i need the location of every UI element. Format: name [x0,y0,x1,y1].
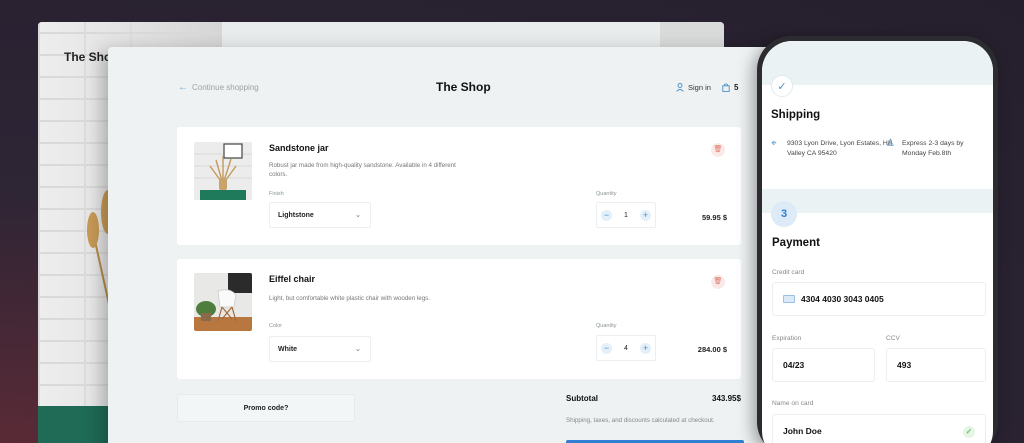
step-divider [762,189,993,213]
cart-count: 5 [734,83,739,92]
sign-in-link[interactable]: Sign in [676,83,711,92]
cart-item: Eiffel chair Light, but comfortable whit… [177,259,741,379]
check-circle-icon: ✓ [963,426,975,438]
decrement-button[interactable]: − [601,209,612,221]
quantity-stepper: − 4 + [596,335,656,361]
item-price: 59.95 $ [701,213,727,222]
finish-value: Lightstone [278,211,314,219]
continue-shopping-link[interactable]: ← Continue shopping [178,82,259,93]
quantity-label: Quantity [596,191,617,197]
subtotal-label: Subtotal [566,394,598,403]
name-on-card-field[interactable]: John Doe ✓ [772,414,986,443]
color-value: White [278,345,298,353]
phone-mockup: ✓ Shipping ⌖ 9303 Lyon Drive, Lyon Estat… [757,36,998,443]
cart-button[interactable]: 5 [722,83,738,92]
location-pin-icon: ⌖ [771,138,777,149]
chevron-down-icon: ⌄ [355,346,361,353]
product-name: Sandstone jar [269,143,329,153]
delete-icon[interactable]: 🗑 [711,275,725,289]
credit-card-icon [783,295,795,303]
step-number: 3 [771,201,797,227]
expiration-label: Expiration [772,335,802,342]
shopping-bag-icon [722,83,730,92]
ccv-field[interactable]: 493 [886,348,986,382]
header: ← Continue shopping The Shop Sign in 5 [108,47,788,107]
ccv-value: 493 [897,360,912,370]
subtotal-note: Shipping, taxes, and discounts calculate… [566,417,715,424]
subtotal-value: 343.95$ [712,394,741,403]
product-description: Light, but comfortable white plastic cha… [269,295,430,302]
shipping-address: 9303 Lyon Drive, Lyon Estates, Hill Vall… [787,140,893,157]
continue-shopping-label: Continue shopping [192,83,259,92]
color-select[interactable]: White ⌄ [269,336,371,362]
shipping-title: Shipping [771,109,821,121]
cart-item: Sandstone jar Robust jar made from high-… [177,127,741,245]
quantity-label: Quantity [596,323,617,329]
expiration-value: 04/23 [783,360,805,370]
color-label: Color [269,323,283,329]
sign-in-label: Sign in [688,83,711,92]
quantity-stepper: − 1 + [596,202,656,228]
item-price: 284.00 $ [697,345,727,354]
payment-title: Payment [772,237,820,249]
credit-card-field[interactable]: 4304 4030 3043 0405 [772,282,986,316]
finish-label: Finish [269,191,284,197]
chevron-down-icon: ⌄ [355,212,361,219]
credit-card-label: Credit card [772,269,805,276]
product-description: Robust jar made from high-quality sandst… [269,162,456,178]
finish-select[interactable]: Lightstone ⌄ [269,202,371,228]
page-title: The Shop [436,80,491,94]
delivery-option: Express 2-3 days by Monday Feb.8th [902,140,964,157]
eiffel-chair-image [194,273,252,331]
check-icon: ✓ [771,75,793,97]
quantity-value: 4 [624,344,628,352]
name-on-card-label: Name on card [772,400,814,407]
increment-button[interactable]: + [640,342,651,354]
product-name: Eiffel chair [269,274,316,284]
name-on-card-value: John Doe [783,426,822,436]
promo-code-button[interactable]: Promo code? [177,394,355,422]
sandstone-jar-image [194,142,252,200]
quantity-value: 1 [624,211,628,219]
decrement-button[interactable]: − [601,342,612,354]
step-divider [762,41,993,85]
cart-browser-window: ← Continue shopping The Shop Sign in 5 S… [108,47,788,443]
arrow-left-icon: ← [178,82,188,93]
green-table-image [38,406,118,443]
credit-card-number: 4304 4030 3043 0405 [801,294,884,304]
user-icon [676,83,684,92]
expiration-field[interactable]: 04/23 [772,348,875,382]
increment-button[interactable]: + [640,209,651,221]
delete-icon[interactable]: 🗑 [711,143,725,157]
user-icon: ♙ [886,138,895,149]
phone-screen: ✓ Shipping ⌖ 9303 Lyon Drive, Lyon Estat… [762,41,993,443]
ccv-label: CCV [886,335,900,342]
